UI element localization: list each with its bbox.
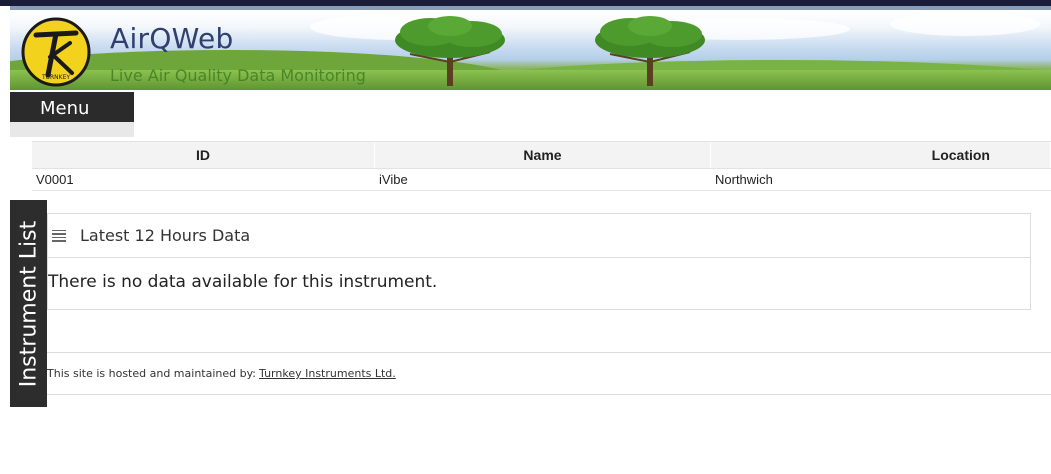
instrument-table: ID Name Location V0001 iVibe Northwich xyxy=(32,141,1051,191)
instrument-list-tab[interactable]: Instrument List xyxy=(10,200,47,407)
cell-id: V0001 xyxy=(36,172,74,187)
menu-button[interactable]: Menu xyxy=(10,92,134,122)
logo-text: TURNKEY xyxy=(41,74,70,81)
latest-data-panel: Latest 12 Hours Data There is no data av… xyxy=(47,213,1031,310)
no-data-message: There is no data available for this inst… xyxy=(48,272,438,292)
app-title: AirQWeb xyxy=(110,22,234,55)
panel-title: Latest 12 Hours Data xyxy=(80,226,251,245)
panel-header: Latest 12 Hours Data xyxy=(48,214,1030,258)
cell-location: Northwich xyxy=(715,172,773,187)
hamburger-icon[interactable] xyxy=(52,229,66,242)
tree-left-icon xyxy=(395,16,505,86)
instrument-list-label: Instrument List xyxy=(16,220,41,387)
tree-right-icon xyxy=(595,16,705,86)
table-row[interactable]: V0001 iVibe Northwich xyxy=(32,169,1051,191)
footer-text: This site is hosted and maintained by: xyxy=(47,367,257,380)
table-header: ID Name Location xyxy=(32,141,1051,169)
app-subtitle: Live Air Quality Data Monitoring xyxy=(110,66,366,85)
footer: This site is hosted and maintained by: T… xyxy=(47,352,1051,395)
cell-name: iVibe xyxy=(379,172,408,187)
column-header-name[interactable]: Name xyxy=(375,142,711,168)
menu-shadow xyxy=(10,122,134,137)
column-header-id[interactable]: ID xyxy=(32,142,375,168)
footer-link[interactable]: Turnkey Instruments Ltd. xyxy=(259,367,396,380)
turnkey-logo-icon: TURNKEY xyxy=(21,17,91,87)
column-header-location[interactable]: Location xyxy=(711,142,1051,168)
